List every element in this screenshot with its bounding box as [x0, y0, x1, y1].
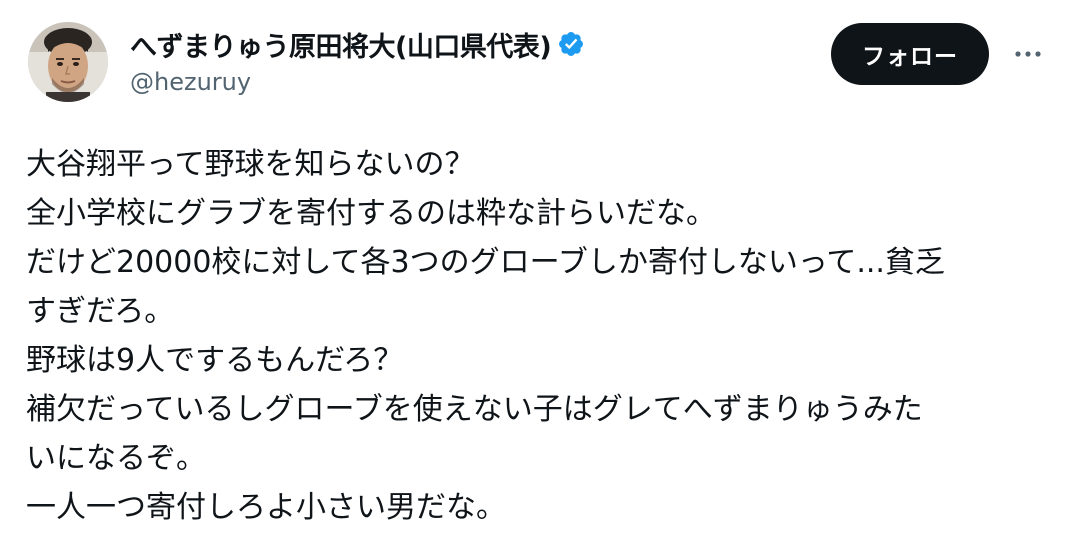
tweet-line: いになるぞ。 [26, 441, 206, 476]
avatar[interactable] [28, 22, 108, 102]
tweet-line: 補欠だっているしグローブを使えない子はグレてへずまりゅうみた [26, 392, 923, 427]
tweet-line: 野球は9人でするもんだろ？ [26, 343, 404, 378]
display-name[interactable]: へずまりゅう原田将大(山口県代表) [130, 25, 552, 64]
tweet-line: だけど20000校に対して各3つのグローブしか寄付しないって...貧乏 [26, 245, 945, 280]
verified-badge-icon[interactable] [557, 30, 585, 58]
tweet-header: へずまりゅう原田将大(山口県代表) @hezuruy フォロー [28, 22, 1058, 106]
more-options-icon[interactable] [1008, 36, 1048, 72]
author-names: へずまりゅう原田将大(山口県代表) @hezuruy [130, 24, 585, 96]
tweet-line: 一人一つ寄付しろよ小さい男だな。 [26, 490, 506, 525]
tweet-text: 大谷翔平って野球を知らないの？ 全小学校にグラブを寄付するのは粋な計らいだな。 … [26, 140, 1066, 532]
follow-button[interactable]: フォロー [831, 23, 989, 85]
tweet-line: 大谷翔平って野球を知らないの？ [26, 147, 475, 182]
tweet-line: すぎだろ。 [26, 294, 175, 329]
handle[interactable]: @hezuruy [130, 68, 585, 96]
tweet-card: へずまりゅう原田将大(山口県代表) @hezuruy フォロー 大谷翔平って野球… [0, 0, 1077, 542]
display-name-row: へずまりゅう原田将大(山口県代表) [130, 24, 585, 64]
tweet-line: 全小学校にグラブを寄付するのは粋な計らいだな。 [26, 196, 716, 231]
avatar-photo [28, 22, 108, 102]
